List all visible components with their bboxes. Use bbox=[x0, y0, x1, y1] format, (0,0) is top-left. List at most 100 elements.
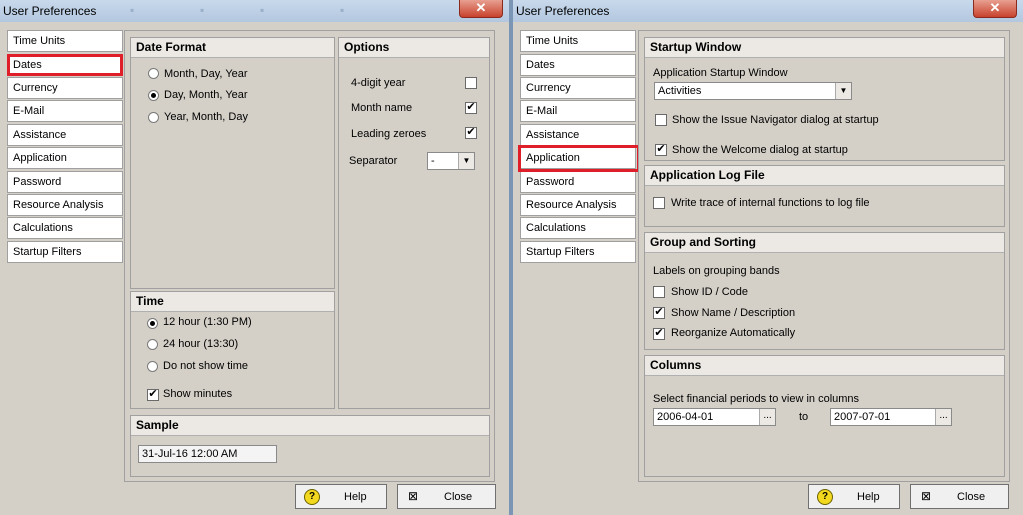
separator-select[interactable]: - ▼ bbox=[427, 152, 475, 170]
to-label: to bbox=[799, 411, 809, 423]
show-id-checkbox[interactable] bbox=[653, 286, 665, 298]
time-group: Time 12 hour (1:30 PM) 24 hour (13:30) D… bbox=[130, 291, 335, 409]
close-button-label: Close bbox=[444, 491, 473, 503]
tab-startup-filters[interactable]: Startup Filters bbox=[520, 241, 636, 263]
tab-e-mail[interactable]: E-Mail bbox=[520, 100, 636, 122]
show-name-checkbox[interactable]: ✔ bbox=[653, 307, 665, 319]
write-trace-checkbox[interactable] bbox=[653, 197, 665, 209]
tab-dates[interactable]: Dates bbox=[7, 54, 123, 76]
title-bar[interactable]: User Preferences ✕ bbox=[513, 0, 1023, 22]
close-button[interactable]: ⊠ Close bbox=[910, 484, 1009, 509]
month-name-checkbox[interactable]: ✔ bbox=[465, 102, 477, 114]
tab-assistance[interactable]: Assistance bbox=[7, 124, 123, 146]
help-button-label: Help bbox=[344, 491, 367, 503]
help-icon: ? bbox=[817, 489, 833, 505]
tab-e-mail[interactable]: E-Mail bbox=[7, 100, 123, 122]
close-button-label: Close bbox=[957, 491, 986, 503]
tab-calculations[interactable]: Calculations bbox=[7, 217, 123, 239]
startup-window-label: Application Startup Window bbox=[653, 67, 788, 79]
write-trace-label: Write trace of internal functions to log… bbox=[671, 197, 870, 209]
chevron-down-icon[interactable]: ▼ bbox=[835, 83, 851, 99]
time-heading: Time bbox=[131, 292, 334, 312]
month-name-label: Month name bbox=[351, 102, 413, 114]
tab-currency[interactable]: Currency bbox=[7, 77, 123, 99]
startup-window-value: Activities bbox=[658, 85, 702, 97]
radio-month-day-year[interactable] bbox=[148, 68, 159, 79]
leading-zeroes-checkbox[interactable]: ✔ bbox=[465, 127, 477, 139]
application-settings-panel: Startup Window Application Startup Windo… bbox=[638, 30, 1010, 482]
separator-label: Separator bbox=[349, 155, 398, 167]
tab-resource-analysis[interactable]: Resource Analysis bbox=[520, 194, 636, 216]
radio-label: 12 hour (1:30 PM) bbox=[163, 316, 252, 328]
leading-zeroes-label: Leading zeroes bbox=[351, 128, 427, 140]
window-title: User Preferences bbox=[516, 4, 610, 18]
period-to-browse-button[interactable]: ... bbox=[935, 409, 951, 425]
close-window-icon: ⊠ bbox=[920, 489, 932, 503]
application-log-group: Application Log File Write trace of inte… bbox=[644, 165, 1005, 227]
radio-24-hour[interactable] bbox=[147, 339, 158, 350]
date-format-heading: Date Format bbox=[131, 38, 334, 58]
show-id-label: Show ID / Code bbox=[671, 286, 749, 298]
tab-dates[interactable]: Dates bbox=[520, 54, 636, 76]
dates-settings-panel: Date Format Month, Day, Year Day, Month,… bbox=[124, 30, 495, 482]
tab-calculations[interactable]: Calculations bbox=[520, 217, 636, 239]
title-bar[interactable]: User Preferences ▪ ▪ ▪ ▪ ✕ bbox=[0, 0, 509, 22]
tab-assistance[interactable]: Assistance bbox=[520, 124, 636, 146]
period-to-value: 2007-07-01 bbox=[834, 411, 891, 423]
tab-password[interactable]: Password bbox=[520, 171, 636, 193]
help-icon: ? bbox=[304, 489, 320, 505]
group-sorting-group: Group and Sorting Labels on grouping ban… bbox=[644, 232, 1005, 350]
issue-navigator-checkbox[interactable] bbox=[655, 114, 667, 126]
tab-application[interactable]: Application bbox=[7, 147, 123, 169]
grouping-bands-label: Labels on grouping bands bbox=[653, 265, 780, 277]
reorganize-checkbox[interactable]: ✔ bbox=[653, 328, 665, 340]
financial-periods-label: Select financial periods to view in colu… bbox=[653, 393, 860, 405]
background-toolbar-icon: ▪ bbox=[200, 3, 205, 17]
sample-heading: Sample bbox=[131, 416, 489, 436]
welcome-dialog-label: Show the Welcome dialog at startup bbox=[672, 144, 848, 156]
radio-day-month-year[interactable] bbox=[148, 90, 159, 101]
close-window-icon: ⊠ bbox=[407, 489, 419, 503]
application-log-heading: Application Log File bbox=[645, 166, 1004, 186]
tab-time-units[interactable]: Time Units bbox=[7, 30, 123, 52]
tab-currency[interactable]: Currency bbox=[520, 77, 636, 99]
radio-label: 24 hour (13:30) bbox=[163, 338, 239, 350]
window-close-button[interactable]: ✕ bbox=[973, 0, 1017, 18]
show-minutes-checkbox[interactable]: ✔ bbox=[147, 389, 159, 401]
show-name-label: Show Name / Description bbox=[671, 307, 796, 319]
radio-label: Year, Month, Day bbox=[164, 111, 248, 123]
period-from-field[interactable]: 2006-04-01 ... bbox=[653, 408, 776, 426]
radio-label: Day, Month, Year bbox=[164, 89, 248, 101]
startup-window-select[interactable]: Activities ▼ bbox=[654, 82, 852, 100]
help-button[interactable]: ? Help bbox=[295, 484, 387, 509]
reorganize-label: Reorganize Automatically bbox=[671, 327, 796, 339]
period-to-field[interactable]: 2007-07-01 ... bbox=[830, 408, 952, 426]
tab-password[interactable]: Password bbox=[7, 171, 123, 193]
radio-year-month-day[interactable] bbox=[148, 112, 159, 123]
show-minutes-label: Show minutes bbox=[163, 388, 233, 400]
help-button[interactable]: ? Help bbox=[808, 484, 900, 509]
columns-heading: Columns bbox=[645, 356, 1004, 376]
close-button[interactable]: ⊠ Close bbox=[397, 484, 496, 509]
tab-time-units[interactable]: Time Units bbox=[520, 30, 636, 52]
sample-output: 31-Jul-16 12:00 AM bbox=[138, 445, 277, 463]
period-from-browse-button[interactable]: ... bbox=[759, 409, 775, 425]
user-preferences-window-application: User Preferences ✕ Time Units Dates Curr… bbox=[513, 0, 1023, 515]
welcome-dialog-checkbox[interactable]: ✔ bbox=[655, 144, 667, 156]
user-preferences-window-dates: User Preferences ▪ ▪ ▪ ▪ ✕ Time Units Da… bbox=[0, 0, 509, 515]
application-tab-highlight bbox=[518, 145, 640, 172]
window-close-button[interactable]: ✕ bbox=[459, 0, 503, 18]
tab-resource-analysis[interactable]: Resource Analysis bbox=[7, 194, 123, 216]
background-toolbar-icon: ▪ bbox=[130, 3, 135, 17]
startup-window-heading: Startup Window bbox=[645, 38, 1004, 58]
background-toolbar-icon: ▪ bbox=[260, 3, 265, 17]
tab-startup-filters[interactable]: Startup Filters bbox=[7, 241, 123, 263]
four-digit-year-checkbox[interactable] bbox=[465, 77, 477, 89]
radio-label: Do not show time bbox=[163, 360, 248, 372]
startup-window-group: Startup Window Application Startup Windo… bbox=[644, 37, 1005, 161]
radio-do-not-show-time[interactable] bbox=[147, 361, 158, 372]
radio-12-hour[interactable] bbox=[147, 318, 158, 329]
chevron-down-icon[interactable]: ▼ bbox=[458, 153, 474, 169]
separator-value: - bbox=[431, 155, 435, 167]
sample-group: Sample 31-Jul-16 12:00 AM bbox=[130, 415, 490, 477]
